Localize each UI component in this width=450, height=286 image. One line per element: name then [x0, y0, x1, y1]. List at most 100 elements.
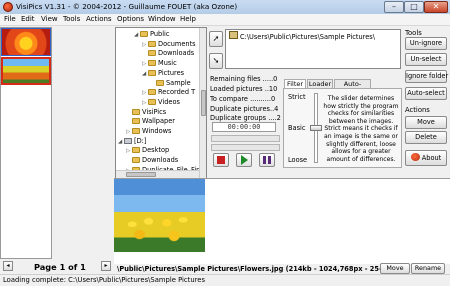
stop-icon	[217, 156, 225, 164]
menu-help[interactable]: Help	[180, 15, 196, 23]
loaded-pictures-stat: Loaded pictures ..10	[210, 85, 278, 93]
app-icon	[3, 2, 13, 12]
scrollbar-thumb[interactable]	[201, 90, 206, 116]
tree-item[interactable]: ▷ Recorded T	[142, 88, 195, 97]
tree-item-label: Sample	[166, 78, 191, 87]
folder-path-icon	[229, 31, 238, 39]
tree-item[interactable]: ▷ Videos	[142, 98, 180, 107]
window-title: VisiPics V1.31 - © 2004-2012 - Guillaume…	[16, 2, 238, 11]
tree-item[interactable]: Sample	[150, 79, 191, 88]
unselect-button[interactable]: Un-select	[405, 53, 447, 66]
tree-item[interactable]: Downloads	[142, 49, 194, 58]
scrollbar-thumb[interactable]	[126, 172, 156, 177]
tree-item[interactable]: VisiPics	[126, 108, 166, 117]
folder-icon	[132, 157, 140, 164]
strict-label: Strict	[288, 93, 306, 101]
close-button[interactable]: ✕	[424, 1, 448, 13]
folder-icon	[148, 89, 156, 96]
folder-icon	[148, 60, 156, 67]
menu-actions[interactable]: Actions	[86, 15, 112, 23]
move-button[interactable]: Move	[405, 116, 447, 129]
menu-options[interactable]: Options	[117, 15, 144, 23]
status-text: Loading complete: C:\Users\Public\Pictur…	[3, 276, 205, 284]
folder-icon	[148, 50, 156, 57]
first-page-icon[interactable]: ◂	[3, 261, 13, 271]
tree-item-label: Videos	[158, 97, 180, 106]
tree-item-label: Documents	[158, 39, 196, 48]
tools-label: Tools	[405, 29, 422, 37]
progress-bar	[211, 144, 280, 151]
rename-button[interactable]: Rename	[411, 263, 445, 274]
filter-description: The slider determines how strictly the p…	[323, 95, 399, 163]
folder-icon	[140, 31, 148, 37]
folder-tree[interactable]: ◢ Public ▷ Documents Downloads ▷ Music ◢ Picture…	[115, 27, 207, 179]
menu-view[interactable]: View	[41, 15, 58, 23]
tree-vertical-scrollbar[interactable]	[199, 28, 206, 178]
tree-item-label: Desktop	[142, 146, 170, 155]
preview-image[interactable]	[114, 179, 205, 252]
thumbnail-image[interactable]	[1, 28, 51, 56]
maximize-button[interactable]: □	[404, 1, 424, 13]
page-indicator: Page 1 of 1	[34, 262, 86, 272]
tree-item-label: Windows	[142, 127, 172, 135]
folder-icon	[132, 118, 140, 125]
basic-label: Basic	[288, 124, 306, 132]
last-page-icon[interactable]: ▸	[101, 261, 111, 271]
loose-label: Loose	[288, 156, 308, 164]
elapsed-timer: 00:00:00	[212, 122, 276, 132]
tree-item[interactable]: ▷ Music	[142, 59, 177, 68]
tree-item[interactable]: ◢ Pictures	[142, 69, 184, 78]
about-label: About	[421, 154, 442, 162]
folder-icon	[132, 128, 140, 134]
menu-tools[interactable]: Tools	[63, 15, 80, 23]
duplicate-pictures-stat: Duplicate pictures..4	[210, 105, 279, 113]
tree-item-label: Wallpaper	[142, 117, 175, 126]
folder-icon	[156, 79, 164, 86]
tree-item[interactable]: ▷ Windows	[126, 127, 171, 136]
tree-item-label: Pictures	[158, 68, 185, 77]
unignore-button[interactable]: Un-ignore	[405, 37, 447, 50]
remove-folder-button[interactable]: ➘	[209, 53, 223, 69]
menu-edit[interactable]: Edit	[21, 15, 35, 23]
about-button[interactable]: About	[405, 150, 447, 166]
strictness-slider-thumb[interactable]	[310, 125, 322, 131]
minimize-button[interactable]: –	[384, 1, 404, 13]
tree-item[interactable]: Wallpaper	[126, 117, 175, 126]
folder-icon	[148, 98, 156, 105]
tree-item-label: [D:]	[134, 136, 147, 145]
menu-file[interactable]: File	[4, 15, 16, 23]
tree-item[interactable]: Downloads	[126, 156, 178, 165]
tree-item[interactable]: ◢ [D:]	[118, 137, 146, 146]
move-file-button[interactable]: Move	[380, 263, 410, 274]
folder-icon	[132, 147, 140, 154]
tree-item[interactable]: ▷ Desktop	[126, 146, 169, 155]
to-compare-stat: To compare ..........0	[210, 95, 276, 103]
tree-item-label: Downloads	[142, 156, 179, 165]
app-logo-icon	[410, 153, 420, 161]
tree-item-label: Downloads	[158, 49, 195, 58]
actions-label: Actions	[405, 106, 430, 114]
file-info: \Public\Pictures\Sample Pictures\Flowers…	[117, 265, 409, 273]
pause-icon	[263, 156, 271, 164]
delete-button[interactable]: Delete	[405, 131, 447, 144]
menu-window[interactable]: Window	[148, 15, 176, 23]
play-button[interactable]	[236, 153, 252, 167]
folder-icon	[148, 69, 156, 76]
selected-folder-path[interactable]: C:\Users\Public\Pictures\Sample Pictures…	[240, 33, 375, 41]
tree-horizontal-scrollbar[interactable]	[116, 170, 199, 178]
folder-icon	[132, 108, 140, 115]
ignore-folder-button[interactable]: Ignore folder	[405, 70, 448, 83]
pause-button[interactable]	[259, 153, 275, 167]
tree-item[interactable]: ◢ Public	[134, 30, 170, 39]
duplicate-groups-stat: Duplicate groups ....2	[210, 114, 281, 122]
thumbnail-image[interactable]	[1, 57, 51, 85]
progress-bar	[211, 135, 280, 142]
drive-icon	[124, 137, 132, 144]
tree-item[interactable]: ▷ Documents	[142, 40, 196, 49]
stop-button[interactable]	[213, 153, 229, 167]
remaining-files-stat: Remaining files .....0	[210, 75, 278, 83]
tree-item-label: Music	[158, 59, 177, 68]
auto-select-button[interactable]: Auto-select	[405, 87, 447, 100]
tree-item-label: VisiPics	[142, 107, 167, 116]
add-folder-button[interactable]: ➚	[209, 31, 223, 47]
